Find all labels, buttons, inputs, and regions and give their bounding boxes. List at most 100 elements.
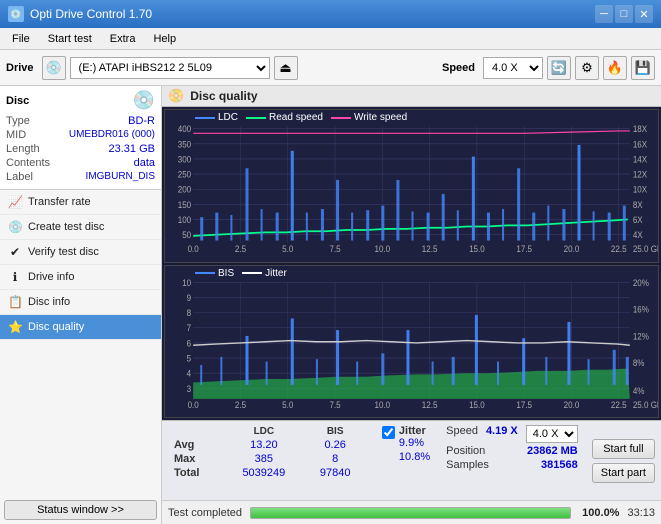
burn-button[interactable]: 🔥 — [603, 56, 627, 80]
col-header-empty — [170, 425, 223, 438]
stats-table: LDC BIS Avg 13.20 0.26 Max 385 — [162, 421, 374, 500]
max-bis: 8 — [304, 452, 366, 466]
legend-ldc: LDC — [195, 112, 238, 123]
speed-label: Speed — [442, 62, 475, 74]
bottom-chart-legend: BIS Jitter — [195, 268, 287, 279]
disc-length-row: Length 23.31 GB — [6, 143, 155, 155]
disc-label-lbl: Label — [6, 171, 33, 183]
svg-text:3: 3 — [187, 383, 192, 394]
disc-label-value: IMGBURN_DIS — [86, 171, 155, 183]
jitter-max-val: 10.8% — [399, 451, 430, 463]
col-header-bis: BIS — [304, 425, 366, 438]
legend-write-speed: Write speed — [331, 112, 407, 123]
drive-select[interactable]: (E:) ATAPI iHBS212 2 5L09 — [70, 57, 270, 79]
disc-panel: Disc 💿 Type BD-R MID UMEBDR016 (000) Len… — [0, 86, 161, 190]
close-button[interactable]: ✕ — [635, 5, 653, 23]
ldc-color — [195, 117, 215, 119]
read-speed-color — [246, 117, 266, 119]
nav-verify-test-disc[interactable]: ✔ Verify test disc — [0, 240, 161, 265]
nav-disc-info[interactable]: 📋 Disc info — [0, 290, 161, 315]
app-icon: 💿 — [8, 6, 24, 22]
nav-transfer-rate[interactable]: 📈 Transfer rate — [0, 190, 161, 215]
start-part-button[interactable]: Start part — [592, 463, 655, 483]
titlebar: 💿 Opti Drive Control 1.70 ─ □ ✕ — [0, 0, 661, 28]
total-ldc: 5039249 — [223, 466, 304, 480]
mid-value: UMEBDR016 (000) — [69, 129, 155, 141]
svg-text:22.5: 22.5 — [611, 399, 627, 410]
speed-inline-select[interactable]: 4.0 X — [526, 425, 578, 443]
top-chart: LDC Read speed Write speed — [164, 109, 659, 263]
position-row: Position 23862 MB — [446, 445, 578, 457]
titlebar-left: 💿 Opti Drive Control 1.70 — [8, 6, 152, 22]
jitter-color — [242, 272, 262, 274]
svg-text:0.0: 0.0 — [188, 399, 199, 410]
save-button[interactable]: 💾 — [631, 56, 655, 80]
status-text: Test completed — [168, 507, 242, 519]
eject-button[interactable]: ⏏ — [274, 56, 298, 80]
sidebar: Disc 💿 Type BD-R MID UMEBDR016 (000) Len… — [0, 86, 162, 524]
menu-extra[interactable]: Extra — [102, 31, 144, 47]
jitter-avg-val: 9.9% — [399, 437, 430, 449]
nav-transfer-rate-label: Transfer rate — [28, 196, 91, 208]
samples-key: Samples — [446, 459, 489, 471]
disc-label-row: Label IMGBURN_DIS — [6, 171, 155, 183]
svg-text:16X: 16X — [633, 139, 647, 150]
nav-drive-info[interactable]: ℹ Drive info — [0, 265, 161, 290]
chart-area: 📀 Disc quality LDC Read speed — [162, 86, 661, 420]
svg-text:20.0: 20.0 — [564, 399, 580, 410]
ldc-label: LDC — [218, 112, 238, 123]
speed-select[interactable]: 4.0 X — [483, 57, 543, 79]
chart-title: Disc quality — [190, 89, 257, 103]
nav-items: 📈 Transfer rate 💿 Create test disc ✔ Ver… — [0, 190, 161, 343]
jitter-checkbox[interactable] — [382, 426, 395, 439]
nav-disc-quality[interactable]: ⭐ Disc quality — [0, 315, 161, 340]
svg-text:20.0: 20.0 — [564, 244, 580, 255]
avg-label: Avg — [170, 438, 223, 452]
mid-label: MID — [6, 129, 26, 141]
svg-text:20%: 20% — [633, 277, 649, 288]
disc-type-row: Type BD-R — [6, 115, 155, 127]
svg-text:300: 300 — [178, 154, 192, 165]
disc-mid-row: MID UMEBDR016 (000) — [6, 129, 155, 141]
svg-text:12X: 12X — [633, 169, 647, 180]
refresh-button[interactable]: 🔄 — [547, 56, 571, 80]
disc-panel-header: Disc 💿 — [6, 90, 155, 111]
chart-header: 📀 Disc quality — [162, 86, 661, 107]
svg-text:8: 8 — [187, 307, 192, 318]
svg-text:4X: 4X — [633, 230, 643, 241]
maximize-button[interactable]: □ — [615, 5, 633, 23]
position-key: Position — [446, 445, 485, 457]
statusbar: Test completed 100.0% 33:13 — [162, 500, 661, 524]
menu-help[interactable]: Help — [145, 31, 184, 47]
charts-container: LDC Read speed Write speed — [162, 107, 661, 420]
toolbar: Drive 💿 (E:) ATAPI iHBS212 2 5L09 ⏏ Spee… — [0, 50, 661, 86]
legend-read-speed: Read speed — [246, 112, 323, 123]
titlebar-controls[interactable]: ─ □ ✕ — [595, 5, 653, 23]
start-full-button[interactable]: Start full — [592, 439, 655, 459]
menu-start-test[interactable]: Start test — [40, 31, 100, 47]
jitter-label: Jitter — [265, 268, 287, 279]
menu-file[interactable]: File — [4, 31, 38, 47]
jitter-values: 9.9% 10.8% — [399, 437, 430, 463]
top-chart-svg: 400 350 300 250 200 150 100 50 18X 16X 1… — [165, 110, 658, 262]
position-val: 23862 MB — [527, 445, 578, 457]
svg-text:150: 150 — [178, 199, 192, 210]
progress-percent: 100.0% — [579, 507, 619, 519]
top-chart-legend: LDC Read speed Write speed — [195, 112, 407, 123]
nav-create-test-disc[interactable]: 💿 Create test disc — [0, 215, 161, 240]
verify-test-disc-icon: ✔ — [8, 245, 22, 259]
status-window-button[interactable]: Status window >> — [4, 500, 157, 520]
samples-val: 381568 — [541, 459, 578, 471]
svg-text:15.0: 15.0 — [469, 244, 485, 255]
svg-text:4%: 4% — [633, 385, 645, 396]
svg-text:18X: 18X — [633, 124, 647, 135]
minimize-button[interactable]: ─ — [595, 5, 613, 23]
buttons-area: Start full Start part — [586, 421, 661, 500]
disc-panel-title: Disc — [6, 95, 29, 107]
progress-bar-container — [250, 507, 571, 519]
jitter-area: Jitter 9.9% 10.8% — [374, 421, 438, 500]
svg-text:7.5: 7.5 — [329, 244, 340, 255]
total-bis: 97840 — [304, 466, 366, 480]
settings-button[interactable]: ⚙ — [575, 56, 599, 80]
svg-text:12.5: 12.5 — [422, 399, 438, 410]
